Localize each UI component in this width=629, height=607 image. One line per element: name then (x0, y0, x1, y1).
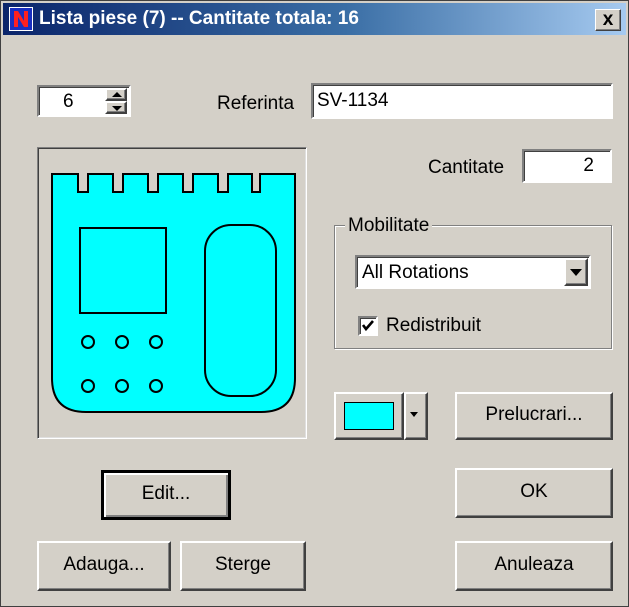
edit-button[interactable]: Edit... (101, 470, 231, 520)
add-button-label: Adauga... (63, 554, 145, 575)
quantity-input[interactable]: 2 (522, 149, 612, 183)
redistribute-checkbox[interactable] (358, 316, 378, 336)
redistribute-label[interactable]: Redistribuit (386, 315, 481, 337)
color-dropdown-button[interactable] (404, 392, 428, 440)
close-icon: x (602, 9, 614, 30)
ok-button[interactable]: OK (455, 468, 613, 518)
dialog-window: Lista piese (7) -- Cantitate totala: 16 … (0, 0, 629, 607)
chevron-down-icon (570, 269, 582, 276)
piece-preview (37, 147, 307, 439)
reference-label: Referinta (217, 93, 295, 114)
chevron-down-icon (410, 412, 418, 417)
piece-spinner[interactable]: 6 (37, 85, 131, 117)
ok-button-label: OK (520, 481, 548, 502)
cancel-button[interactable]: Anuleaza (455, 541, 613, 591)
spinner-down-button[interactable] (105, 101, 127, 114)
cancel-button-label: Anuleaza (494, 554, 574, 575)
quantity-label: Cantitate (428, 157, 505, 178)
chevron-up-icon (112, 92, 122, 97)
edit-button-label: Edit... (141, 483, 191, 504)
piece-outline (51, 173, 296, 413)
process-button[interactable]: Prelucrari... (455, 392, 613, 440)
piece-spinner-value[interactable]: 6 (63, 91, 74, 113)
window-title: Lista piese (7) -- Cantitate totala: 16 (39, 8, 359, 29)
title-bar[interactable]: Lista piese (7) -- Cantitate totala: 16 … (3, 3, 626, 35)
piece-shape (51, 173, 296, 413)
delete-button-label: Sterge (215, 554, 271, 575)
process-button-label: Prelucrari... (485, 404, 583, 425)
delete-button[interactable]: Sterge (180, 541, 306, 591)
reference-input-value[interactable]: SV-1134 (317, 90, 388, 112)
color-picker-button[interactable] (334, 392, 404, 440)
mobility-dropdown-button[interactable] (564, 258, 588, 286)
spinner-up-button[interactable] (105, 88, 127, 101)
close-button[interactable]: x (595, 9, 621, 31)
quantity-input-value[interactable]: 2 (583, 155, 594, 177)
app-logo-icon (9, 7, 33, 31)
mobility-select-value[interactable]: All Rotations (362, 262, 469, 284)
mobility-group-label: Mobilitate (345, 215, 433, 237)
add-button[interactable]: Adauga... (37, 541, 171, 591)
color-swatch (344, 402, 394, 430)
checkmark-icon (361, 320, 374, 332)
chevron-down-icon (112, 106, 122, 111)
reference-input[interactable]: SV-1134 (311, 83, 613, 119)
mobility-select[interactable]: All Rotations (355, 255, 591, 289)
